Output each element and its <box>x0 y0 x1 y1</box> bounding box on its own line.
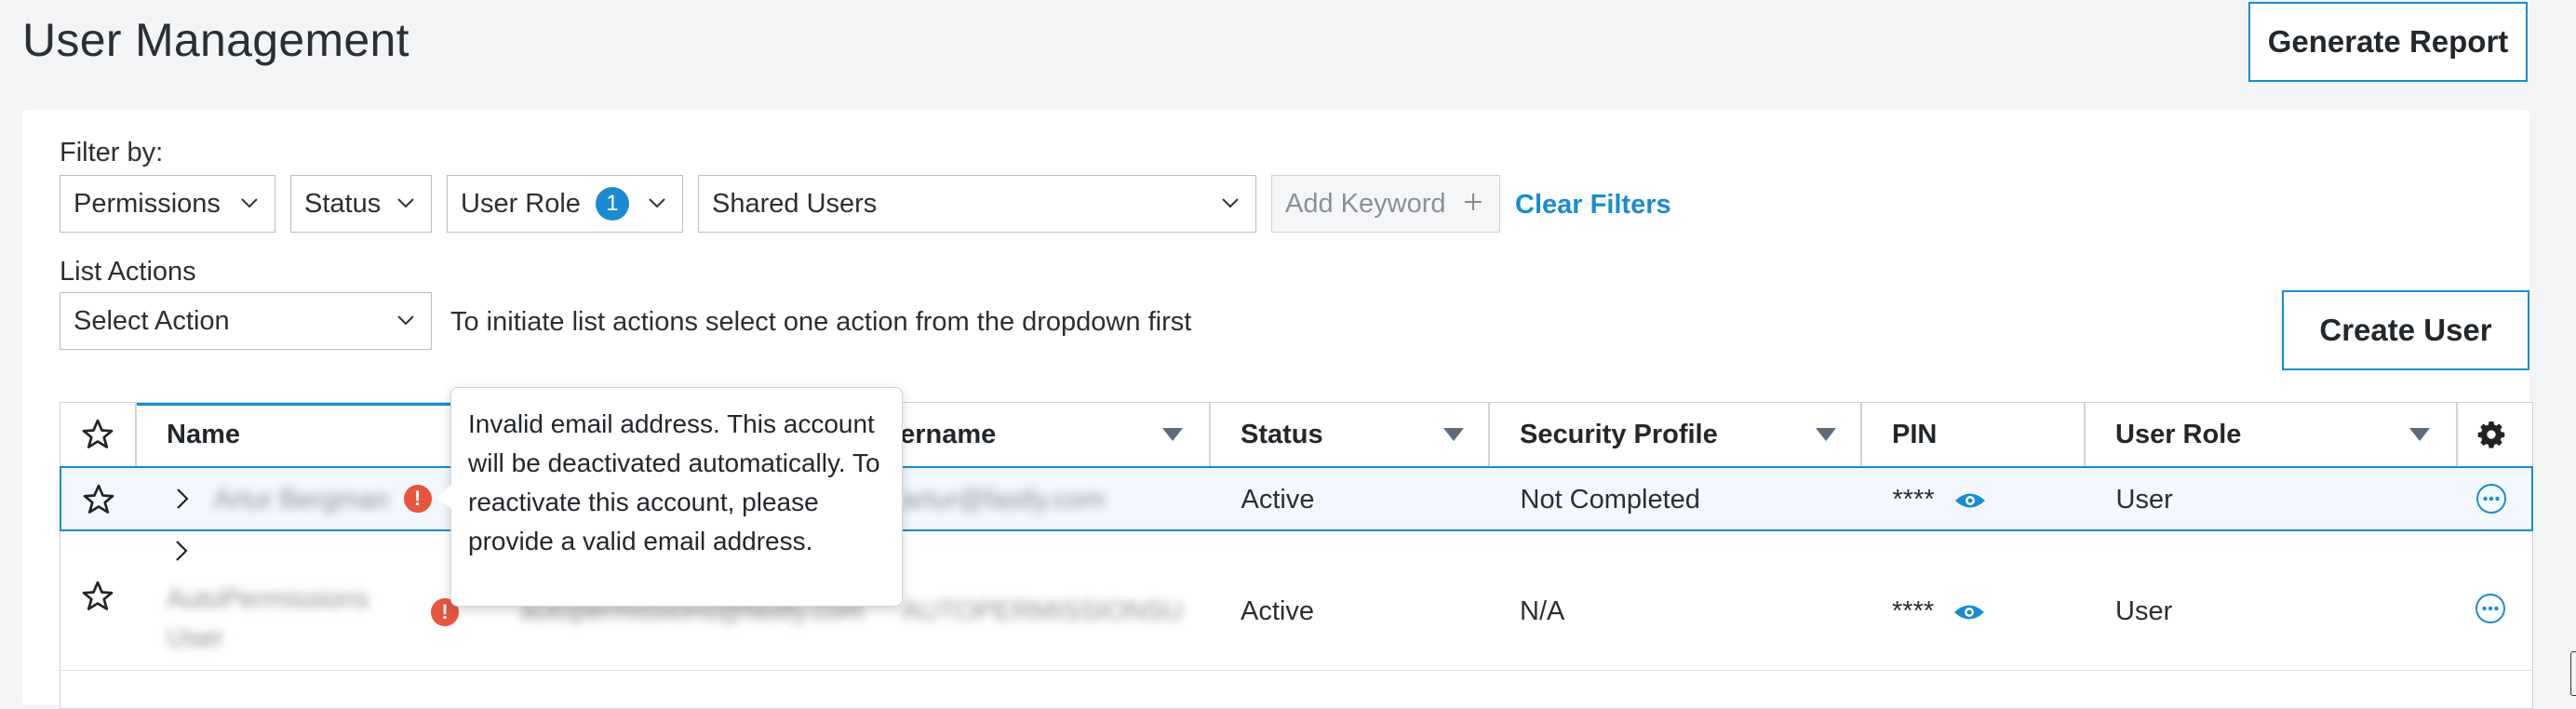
table-row[interactable]: Artur Bergman ! artur@fastly.com Active … <box>59 466 2533 531</box>
permissions-dropdown-label: Permissions <box>74 188 221 219</box>
gear-icon[interactable] <box>2476 420 2506 449</box>
status-dropdown[interactable]: Status <box>290 175 432 233</box>
tooltip-arrow <box>437 484 452 510</box>
eye-icon[interactable] <box>1953 602 1985 622</box>
column-header-user-role[interactable]: User Role <box>2115 403 2241 466</box>
star-icon[interactable] <box>81 580 114 613</box>
chevron-down-icon <box>397 198 414 208</box>
select-action-dropdown[interactable]: Select Action <box>60 292 432 350</box>
generate-report-button[interactable]: Generate Report <box>2248 2 2528 82</box>
column-divider <box>1488 403 1490 466</box>
permissions-dropdown[interactable]: Permissions <box>60 175 275 233</box>
status-dropdown-label: Status <box>304 188 382 219</box>
column-divider <box>1209 403 1211 466</box>
user-role-count-badge: 1 <box>595 187 629 221</box>
chevron-right-icon[interactable] <box>173 487 192 511</box>
column-divider <box>2084 403 2086 466</box>
shared-users-dropdown[interactable]: Shared Users <box>698 175 1256 233</box>
column-header-status[interactable]: Status <box>1241 403 1323 466</box>
chevron-down-icon <box>241 198 258 208</box>
chevron-down-icon <box>649 198 665 208</box>
page-title: User Management <box>22 14 409 66</box>
more-options-icon[interactable] <box>2475 593 2506 624</box>
security-profile-cell: N/A <box>1520 596 1565 626</box>
scrollbar[interactable] <box>2570 651 2576 696</box>
column-divider <box>1860 403 1862 466</box>
create-user-button[interactable]: Create User <box>2282 290 2529 370</box>
user-name[interactable]: AutoPermissions User <box>167 580 390 658</box>
pin-cell: **** <box>1892 596 1935 626</box>
filter-by-label: Filter by: <box>60 138 164 167</box>
add-keyword-placeholder: Add Keyword <box>1285 188 1446 219</box>
list-actions-hint: To initiate list actions select one acti… <box>450 307 1192 337</box>
star-icon[interactable] <box>82 483 115 516</box>
pin-cell: **** <box>1892 485 1935 515</box>
error-icon[interactable]: ! <box>403 485 432 513</box>
user-name[interactable]: Artur Bergman <box>214 485 390 515</box>
star-icon[interactable] <box>81 418 114 451</box>
sort-down-icon[interactable] <box>2409 428 2430 441</box>
sort-down-icon[interactable] <box>1816 428 1836 441</box>
invalid-email-tooltip: Invalid email address. This account will… <box>450 387 903 607</box>
user-role-cell: User <box>2115 485 2173 515</box>
clear-filters-link[interactable]: Clear Filters <box>1515 190 1671 221</box>
status-cell: Active <box>1241 596 1314 626</box>
column-header-name[interactable]: Name <box>167 403 240 466</box>
username-cell: artur@fastly.com <box>902 485 1105 515</box>
list-actions-label: List Actions <box>60 257 196 287</box>
column-divider <box>135 403 137 466</box>
security-profile-cell: Not Completed <box>1520 485 1700 515</box>
user-role-dropdown-label: User Role <box>461 188 581 219</box>
chevron-right-icon[interactable] <box>172 539 191 563</box>
table-row[interactable]: AutoPermissions User ! autopermissions@f… <box>60 531 2532 671</box>
sort-down-icon[interactable] <box>1162 428 1183 441</box>
shared-users-dropdown-label: Shared Users <box>712 188 878 219</box>
plus-icon <box>1465 194 1482 210</box>
status-cell: Active <box>1241 485 1315 515</box>
column-header-pin[interactable]: PIN <box>1892 403 1937 466</box>
user-role-dropdown[interactable]: User Role 1 <box>447 175 683 233</box>
chevron-down-icon <box>1222 198 1239 208</box>
user-role-cell: User <box>2115 596 2173 626</box>
column-header-security-profile[interactable]: Security Profile <box>1520 403 1718 466</box>
chevron-down-icon <box>397 315 414 326</box>
select-action-label: Select Action <box>74 305 230 336</box>
add-keyword-input[interactable]: Add Keyword <box>1271 175 1500 233</box>
column-divider <box>2456 403 2458 466</box>
more-options-icon[interactable] <box>2475 483 2507 515</box>
sort-down-icon[interactable] <box>1443 428 1464 441</box>
eye-icon[interactable] <box>1954 490 1986 511</box>
users-table: Name sername Status Security Profile PIN… <box>59 402 2533 709</box>
username-cell: AUTOPERMISSIONSUSER@F... <box>902 596 1181 626</box>
